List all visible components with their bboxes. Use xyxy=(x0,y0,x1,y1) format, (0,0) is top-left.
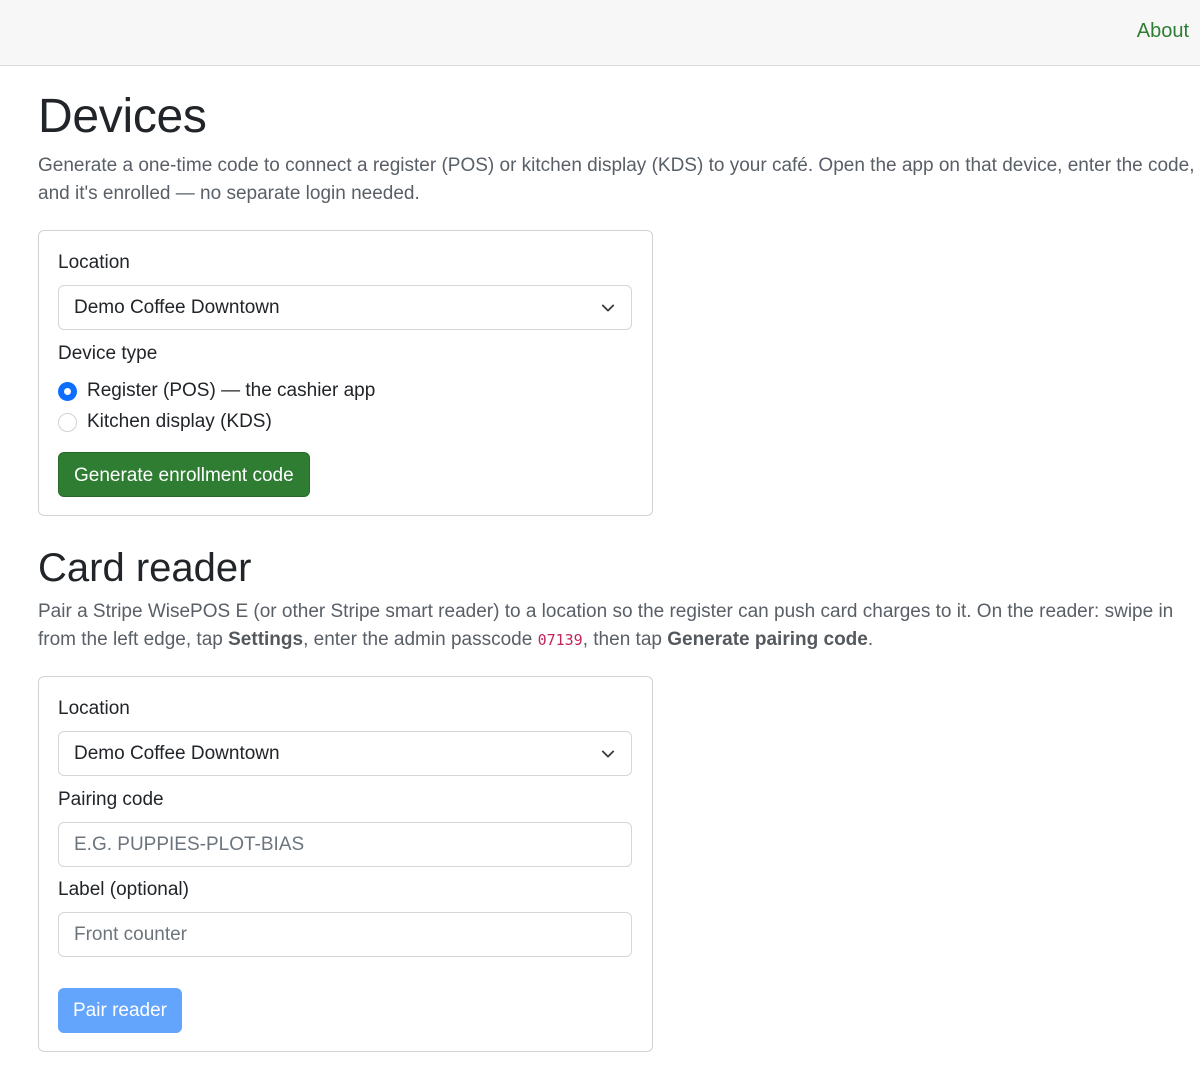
chevron-down-icon xyxy=(601,750,615,758)
card-reader-desc-part4: . xyxy=(867,628,874,650)
radio-kds[interactable] xyxy=(58,412,77,432)
reader-label-input[interactable]: Front counter xyxy=(58,911,632,957)
nav-about-link[interactable]: About xyxy=(1137,20,1189,43)
radio-pos[interactable] xyxy=(58,381,77,401)
top-navbar: About xyxy=(0,0,1200,66)
card-reader-desc-part2: , enter the admin passcode xyxy=(303,628,538,650)
settings-emphasis: Settings xyxy=(228,628,304,650)
main-content: Devices Generate a one-time code to conn… xyxy=(38,66,1198,1052)
devices-title: Devices xyxy=(38,90,207,143)
device-type-label: Device type xyxy=(58,342,158,364)
pairing-code-input[interactable]: E.G. PUPPIES-PLOT-BIAS xyxy=(58,821,632,867)
pair-reader-button[interactable]: Pair reader xyxy=(58,987,182,1033)
generate-pairing-emphasis: Generate pairing code xyxy=(667,628,868,650)
location-select[interactable]: Demo Coffee Downtown xyxy=(58,284,632,330)
card-reader-description: Pair a Stripe WisePOS E (or other Stripe… xyxy=(38,598,1198,654)
chevron-down-icon xyxy=(601,304,615,312)
device-type-kds-option[interactable]: Kitchen display (KDS) xyxy=(58,407,632,438)
card-reader-desc-part3: , then tap xyxy=(582,628,668,650)
enrollment-card: Location Demo Coffee Downtown Device typ… xyxy=(38,229,653,516)
generate-enrollment-code-button[interactable]: Generate enrollment code xyxy=(58,451,310,497)
location-select-value: Demo Coffee Downtown xyxy=(74,296,280,318)
reader-location-select-value: Demo Coffee Downtown xyxy=(74,742,280,764)
card-reader-title: Card reader xyxy=(38,545,252,590)
pairing-code-label: Pairing code xyxy=(58,788,164,810)
reader-location-select[interactable]: Demo Coffee Downtown xyxy=(58,730,632,776)
pair-reader-card: Location Demo Coffee Downtown Pairing co… xyxy=(38,675,653,1052)
admin-passcode: 07139 xyxy=(537,630,583,649)
radio-kds-label: Kitchen display (KDS) xyxy=(87,411,272,433)
reader-label-label: Label (optional) xyxy=(58,878,189,900)
radio-pos-label: Register (POS) — the cashier app xyxy=(87,380,376,402)
location-label: Location xyxy=(58,251,130,273)
devices-description: Generate a one-time code to connect a re… xyxy=(38,154,1195,204)
reader-location-label: Location xyxy=(58,697,130,719)
device-type-pos-option[interactable]: Register (POS) — the cashier app xyxy=(58,376,632,407)
